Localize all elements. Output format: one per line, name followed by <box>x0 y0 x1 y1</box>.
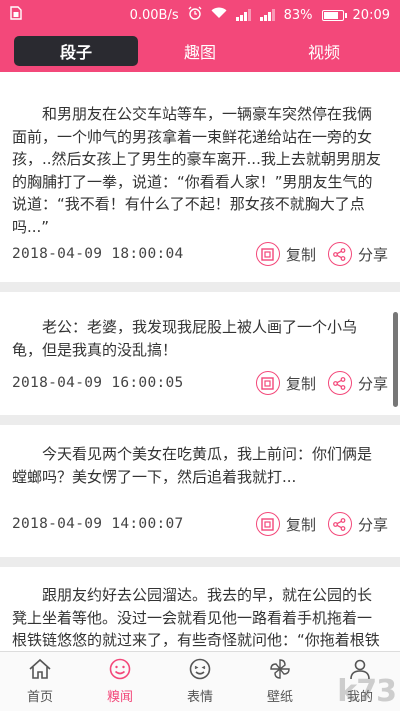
post-time: 2018-04-09 18:00:04 <box>12 246 184 262</box>
post-text: 老公：老婆，我发现我屁股上被人画了一个小乌龟，但是我真的没乱搞！ <box>12 318 358 359</box>
post-feed[interactable]: 和男朋友在公交车站等车，一辆豪车突然停在我俩面前，一个帅气的男孩拿着一束鲜花递给… <box>0 72 400 651</box>
home-icon <box>28 658 52 684</box>
copy-icon <box>255 512 280 536</box>
emoji-icon <box>188 658 212 684</box>
nav-emoji-label: 表情 <box>186 690 213 705</box>
post-meta: 2018-04-09 18:00:04 复制 分享 <box>0 237 400 271</box>
nav-wallpaper[interactable]: 壁纸 <box>240 652 320 711</box>
copy-button[interactable]: 复制 <box>255 242 316 266</box>
share-button[interactable]: 分享 <box>327 242 388 266</box>
copy-icon <box>255 242 280 266</box>
wifi-icon <box>211 7 227 23</box>
share-button[interactable]: 分享 <box>327 371 388 395</box>
network-speed: 0.00B/s <box>129 7 179 23</box>
copy-label: 复制 <box>285 374 316 393</box>
post-time: 2018-04-09 16:00:05 <box>12 375 184 391</box>
copy-button[interactable]: 复制 <box>255 371 316 395</box>
clock: 20:09 <box>352 7 390 23</box>
nav-news[interactable]: 糗闻 <box>80 652 160 711</box>
tab-bar: 段子 趣图 视频 <box>0 30 400 72</box>
nav-home[interactable]: 首页 <box>0 652 80 711</box>
alarm-icon <box>188 6 202 24</box>
battery-percent: 83% <box>283 7 313 23</box>
pinwheel-icon <box>268 658 292 684</box>
share-label: 分享 <box>357 245 388 264</box>
status-right: 0.00B/s 83% 20:09 <box>130 6 390 24</box>
post-time: 2018-04-09 14:00:07 <box>12 516 184 532</box>
share-icon <box>327 371 352 395</box>
post-card: 今天看见两个美女在吃黄瓜，我上前问：你们俩是螳螂吗？美女愣了一下，然后追着我就打… <box>0 425 400 557</box>
nav-home-label: 首页 <box>26 690 53 705</box>
post-text: 和男朋友在公交车站等车，一辆豪车突然停在我俩面前，一个帅气的男孩拿着一束鲜花递给… <box>12 105 381 236</box>
signal-icon-2 <box>259 9 275 21</box>
copy-label: 复制 <box>285 245 316 264</box>
signal-icon <box>235 9 251 21</box>
site-watermark: k73 <box>337 674 397 709</box>
copy-button[interactable]: 复制 <box>255 512 316 536</box>
smiley-icon <box>108 658 132 684</box>
share-label: 分享 <box>357 515 388 534</box>
share-button[interactable]: 分享 <box>327 512 388 536</box>
sim-icon <box>10 6 22 24</box>
share-label: 分享 <box>357 374 388 393</box>
post-text: 今天看见两个美女在吃黄瓜，我上前问：你们俩是螳螂吗？美女愣了一下，然后追着我就打… <box>12 445 373 486</box>
nav-news-label: 糗闻 <box>106 690 133 705</box>
post-card: 和男朋友在公交车站等车，一辆豪车突然停在我俩面前，一个帅气的男孩拿着一束鲜花递给… <box>0 72 400 282</box>
battery-icon <box>321 9 347 21</box>
tab-videos[interactable]: 视频 <box>262 36 386 66</box>
status-left <box>10 6 22 24</box>
post-meta: 2018-04-09 14:00:07 复制 分享 <box>0 507 400 541</box>
copy-icon <box>255 371 280 395</box>
nav-wallpaper-label: 壁纸 <box>266 690 293 705</box>
share-icon <box>327 242 352 266</box>
status-bar: 0.00B/s 83% 20:09 <box>0 0 400 30</box>
scrollbar[interactable] <box>393 312 398 407</box>
tab-jokes[interactable]: 段子 <box>14 36 138 66</box>
bottom-nav: 首页 糗闻 表情 壁纸 我的 k73 <box>0 651 400 711</box>
post-meta: 2018-04-09 16:00:05 复制 分享 <box>0 366 400 400</box>
nav-emoji[interactable]: 表情 <box>160 652 240 711</box>
tab-funny-pics[interactable]: 趣图 <box>138 36 262 66</box>
post-text: 跟朋友约好去公园溜达。我去的早，就在公园的长凳上坐着等他。没过一会就看见他一路看… <box>12 586 380 649</box>
post-card: 跟朋友约好去公园溜达。我去的早，就在公园的长凳上坐着等他。没过一会就看见他一路看… <box>0 567 400 651</box>
copy-label: 复制 <box>285 515 316 534</box>
post-card: 老公：老婆，我发现我屁股上被人画了一个小乌龟，但是我真的没乱搞！ 2018-04… <box>0 292 400 415</box>
share-icon <box>327 512 352 536</box>
